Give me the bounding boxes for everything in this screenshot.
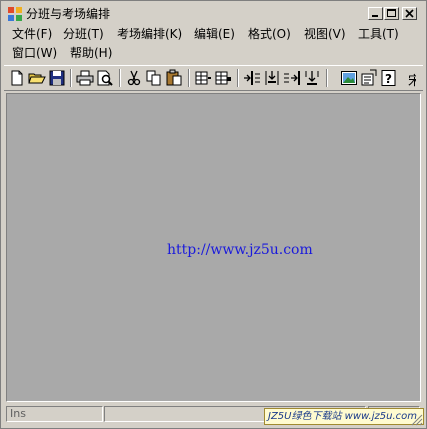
menu-view[interactable]: 视图(V): [304, 26, 346, 42]
paste-icon: [166, 69, 182, 86]
svg-text:?: ?: [385, 72, 392, 86]
toolbar: ? 宋: [4, 65, 423, 91]
delete-row-button[interactable]: [214, 69, 232, 87]
menu-exam-arrange[interactable]: 考场编排(K): [117, 26, 182, 42]
toolbar-separator: [119, 69, 121, 87]
delete-column-button[interactable]: [303, 69, 321, 87]
insert-row-button[interactable]: [194, 69, 212, 87]
menu-help[interactable]: 帮助(H): [70, 45, 112, 61]
copy-button[interactable]: [145, 69, 163, 87]
resize-grip-icon[interactable]: [411, 414, 423, 426]
menu-file[interactable]: 文件(F): [12, 26, 52, 42]
toolbar-separator: [326, 69, 328, 87]
cut-button[interactable]: [125, 69, 143, 87]
insert-column-icon: [265, 71, 279, 85]
image-icon: [341, 71, 357, 85]
open-folder-icon: [28, 73, 46, 84]
insert-column-button[interactable]: [263, 69, 281, 87]
document-area[interactable]: http://www.jz5u.com: [6, 93, 421, 402]
copy-icon: [146, 70, 161, 86]
properties-icon: [361, 69, 377, 86]
save-button[interactable]: [48, 69, 66, 87]
help-button[interactable]: ?: [380, 69, 398, 87]
minimize-icon: [372, 15, 378, 17]
image-button[interactable]: [340, 69, 358, 87]
help-icon: ?: [381, 70, 396, 86]
new-icon: [11, 70, 23, 86]
close-icon: [405, 9, 414, 18]
status-mode: Ins: [6, 406, 103, 422]
menu-class-split[interactable]: 分班(T): [63, 26, 104, 42]
toolbar-separator: [237, 69, 239, 87]
print-preview-icon: [97, 70, 113, 86]
maximize-button[interactable]: [384, 7, 399, 20]
main-window: 分班与考场编排 文件(F) 分班(T) 考场编排(K) 编辑(E) 格式(O) …: [0, 0, 427, 429]
minimize-button[interactable]: [368, 7, 383, 20]
watermark-badge: JZ5U绿色下载站 www.jz5u.com: [264, 408, 424, 425]
paste-button[interactable]: [165, 69, 183, 87]
window-title: 分班与考场编排: [26, 7, 111, 21]
open-button[interactable]: [28, 69, 46, 87]
title-bar[interactable]: 分班与考场编排: [4, 4, 423, 24]
insert-column-right-icon: [284, 71, 300, 85]
save-icon: [49, 70, 65, 86]
insert-column-left-icon: [244, 71, 260, 85]
menu-bar: 文件(F) 分班(T) 考场编排(K) 编辑(E) 格式(O) 视图(V) 工具…: [4, 24, 423, 64]
app-icon: [8, 7, 22, 21]
delete-row-icon: [215, 71, 231, 85]
menu-window[interactable]: 窗口(W): [12, 45, 57, 61]
maximize-icon: [387, 9, 396, 17]
insert-column-left-button[interactable]: [243, 69, 261, 87]
insert-column-right-button[interactable]: [283, 69, 301, 87]
toolbar-separator: [188, 69, 190, 87]
menu-format[interactable]: 格式(O): [248, 26, 291, 42]
menu-edit[interactable]: 编辑(E): [194, 26, 235, 42]
close-button[interactable]: [402, 7, 417, 20]
insert-row-icon: [195, 71, 211, 85]
properties-button[interactable]: [360, 69, 378, 87]
print-preview-button[interactable]: [96, 69, 114, 87]
cut-icon: [127, 70, 141, 86]
font-name-box[interactable]: 宋: [408, 70, 416, 89]
menu-tools[interactable]: 工具(T): [358, 26, 399, 42]
url-text: http://www.jz5u.com: [167, 242, 313, 258]
print-icon: [76, 70, 94, 86]
delete-column-icon: [305, 71, 319, 85]
new-button[interactable]: [8, 69, 26, 87]
print-button[interactable]: [76, 69, 94, 87]
toolbar-separator: [70, 69, 72, 87]
